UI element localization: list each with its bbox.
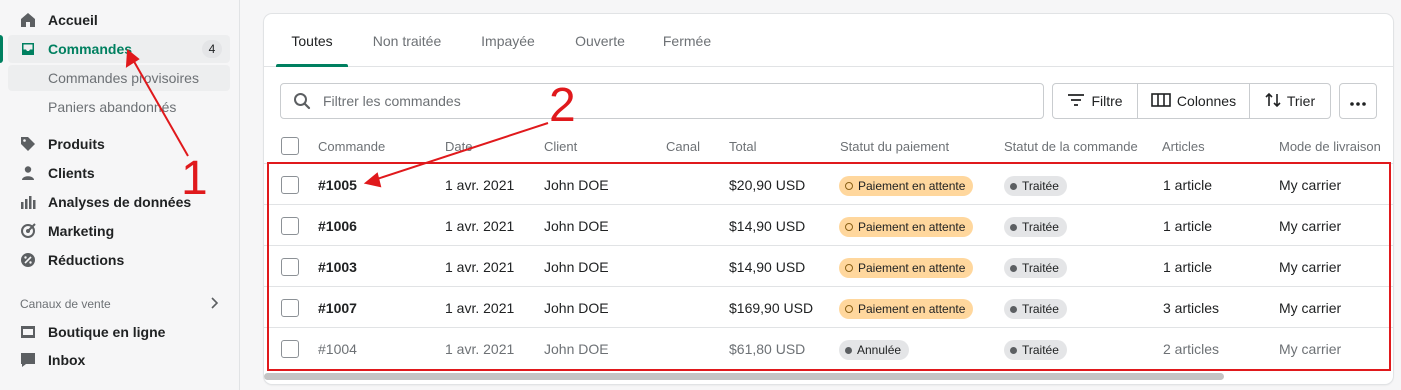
column-header-payment-status[interactable]: Statut du paiement <box>840 139 949 154</box>
column-header-date[interactable]: Date <box>445 139 472 154</box>
sidebar-subitem-abandoned-carts[interactable]: Paniers abandonnés <box>8 94 230 120</box>
sidebar-item-label: Inbox <box>48 352 86 368</box>
person-icon <box>20 165 36 181</box>
search-icon <box>293 92 311 110</box>
column-header-total[interactable]: Total <box>729 139 756 154</box>
ellipsis-icon <box>1350 93 1366 109</box>
columns-label: Colonnes <box>1176 93 1237 109</box>
filter-label: Filtre <box>1091 93 1123 109</box>
order-tabs: Toutes Non traitée Impayée Ouverte Fermé… <box>264 14 1393 67</box>
tab-toutes[interactable]: Toutes <box>276 14 348 67</box>
columns-icon <box>1151 92 1171 110</box>
column-header-order-status[interactable]: Statut de la commande <box>1004 139 1138 154</box>
orders-count-badge: 4 <box>202 40 222 58</box>
inbox-tray-icon <box>20 41 36 57</box>
tab-non-traitee[interactable]: Non traitée <box>360 14 454 67</box>
sales-channels-header[interactable]: Canaux de vente <box>20 297 220 312</box>
sidebar-item-label: Marketing <box>48 223 115 239</box>
sidebar-item-commandes[interactable]: Commandes 4 <box>8 35 230 63</box>
sidebar-item-reductions[interactable]: Réductions <box>8 246 230 274</box>
annotation-number-2: 2 <box>549 79 576 132</box>
horizontal-scrollbar[interactable] <box>264 373 1224 380</box>
sidebar-item-accueil[interactable]: Accueil <box>8 6 230 34</box>
discount-icon <box>20 252 36 268</box>
sidebar-item-label: Accueil <box>48 12 98 28</box>
bar-chart-icon <box>20 194 36 210</box>
sales-channels-title: Canaux de vente <box>20 297 111 311</box>
filter-icon <box>1067 93 1085 110</box>
sidebar-item-label: Réductions <box>48 252 125 268</box>
chevron-right-icon[interactable] <box>208 297 220 312</box>
sort-icon <box>1265 92 1281 111</box>
search-placeholder: Filtrer les commandes <box>323 93 461 109</box>
tab-ouverte[interactable]: Ouverte <box>562 14 638 67</box>
search-input[interactable]: Filtrer les commandes <box>280 83 1044 119</box>
home-icon <box>20 12 36 28</box>
column-header-shipping[interactable]: Mode de livraison <box>1279 139 1381 154</box>
select-all-checkbox[interactable] <box>281 137 299 155</box>
column-header-articles[interactable]: Articles <box>1162 139 1205 154</box>
sidebar-item-label: Clients <box>48 165 95 181</box>
sidebar-item-label: Produits <box>48 136 105 152</box>
active-tab-indicator <box>276 64 348 67</box>
toolbar-button-group: Filtre Colonnes Trier <box>1052 83 1331 119</box>
store-icon <box>20 324 36 340</box>
column-header-client[interactable]: Client <box>544 139 577 154</box>
sidebar-item-online-store[interactable]: Boutique en ligne <box>8 318 230 346</box>
sidebar-item-marketing[interactable]: Marketing <box>8 217 230 245</box>
target-icon <box>20 223 36 239</box>
filter-button[interactable]: Filtre <box>1053 84 1138 118</box>
chat-icon <box>20 352 36 368</box>
sort-button[interactable]: Trier <box>1250 84 1330 118</box>
column-header-canal[interactable]: Canal <box>666 139 700 154</box>
more-actions-button[interactable] <box>1339 83 1377 119</box>
sidebar-item-label: Commandes <box>48 41 133 57</box>
sort-label: Trier <box>1286 93 1316 109</box>
sidebar-subitem-draft-orders[interactable]: Commandes provisoires <box>8 65 230 91</box>
annotation-number-1: 1 <box>181 152 208 205</box>
sidebar-item-inbox[interactable]: Inbox <box>8 346 230 374</box>
column-header-commande[interactable]: Commande <box>318 139 385 154</box>
highlight-box <box>267 162 1391 371</box>
tab-impayee[interactable]: Impayée <box>468 14 548 67</box>
sidebar-item-label: Analyses de données <box>48 194 192 210</box>
active-indicator <box>0 35 3 63</box>
columns-button[interactable]: Colonnes <box>1138 84 1250 118</box>
tab-fermee[interactable]: Fermée <box>652 14 722 67</box>
tag-icon <box>20 136 36 152</box>
sidebar-item-label: Boutique en ligne <box>48 324 166 340</box>
